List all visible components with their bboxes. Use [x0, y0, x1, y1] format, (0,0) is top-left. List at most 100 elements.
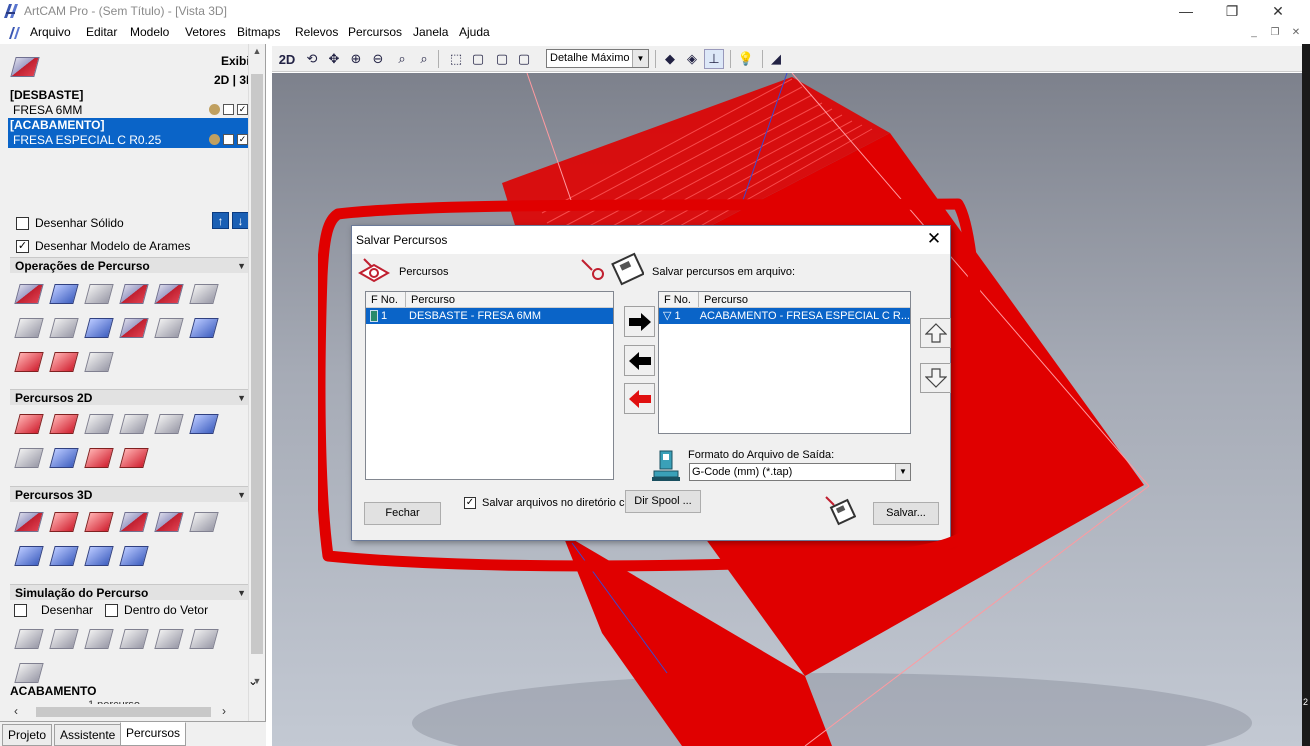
add-toolpath-icon[interactable]	[14, 347, 45, 377]
menu-modelo[interactable]: Modelo	[130, 25, 169, 39]
feature-machining-icon[interactable]	[84, 443, 115, 473]
tool-database-icon[interactable]	[84, 313, 115, 343]
front-view-icon[interactable]: ▢	[468, 49, 488, 69]
menu-relevos[interactable]: Relevos	[295, 25, 338, 39]
rotate-view-icon[interactable]: ⟲	[302, 49, 322, 69]
close-button[interactable]: Fechar	[364, 502, 441, 525]
minimize-button[interactable]: —	[1163, 0, 1209, 22]
close-window-button[interactable]: ✕	[1255, 0, 1301, 22]
offset-icon[interactable]	[49, 541, 80, 571]
restore-button[interactable]: ❐	[1209, 0, 1255, 22]
zoom-out-icon[interactable]: ⊖	[368, 49, 388, 69]
dialog-close-button[interactable]: ✕	[924, 229, 944, 249]
inlay-icon[interactable]	[49, 443, 80, 473]
simulation-relief-icon[interactable]	[189, 624, 220, 654]
toolpath-list-icon[interactable]	[189, 279, 220, 309]
toolpath-group-acabamento[interactable]: [ACABAMENTO]	[8, 118, 248, 133]
bevel-carving-icon[interactable]	[119, 409, 150, 439]
engrave-icon[interactable]	[154, 409, 185, 439]
remove-toolpath-button[interactable]	[624, 345, 655, 376]
move-up-button[interactable]	[920, 318, 951, 348]
col-no-header[interactable]: F No.	[659, 292, 699, 307]
vbit-carving-icon[interactable]	[84, 409, 115, 439]
simulation-block-icon[interactable]	[84, 624, 115, 654]
edit-toolpath-icon[interactable]	[119, 279, 150, 309]
col-no-header[interactable]: F No.	[366, 292, 406, 307]
side-view-icon[interactable]: ▢	[492, 49, 512, 69]
section-operacoes-percurso[interactable]: Operações de Percurso ▼	[10, 257, 248, 273]
move-down-button[interactable]: ↓	[232, 212, 249, 229]
merge-toolpaths-icon[interactable]	[154, 279, 185, 309]
toolpath-checkbox[interactable]: ✓	[237, 104, 248, 115]
profile-icon[interactable]	[14, 409, 45, 439]
zoom-window-icon[interactable]: ⌕	[392, 49, 412, 69]
wireframe-view-icon[interactable]: ◈	[682, 49, 702, 69]
draw-solid-checkbox[interactable]	[16, 216, 29, 230]
machine-relief-icon[interactable]	[14, 507, 45, 537]
toolpath-visible-checkbox[interactable]	[223, 104, 234, 115]
projection-icon[interactable]	[84, 541, 115, 571]
toolpath-simulate-icon[interactable]	[14, 313, 45, 343]
area-clear-icon[interactable]	[49, 409, 80, 439]
col-path-header[interactable]: Percurso	[406, 292, 613, 307]
simulate-toolpath-icon[interactable]	[14, 624, 45, 654]
view-2d-button[interactable]: 2D	[276, 49, 298, 69]
mdi-restore-button[interactable]: ❐	[1266, 26, 1284, 40]
menu-ajuda[interactable]: Ajuda	[459, 25, 490, 39]
tab-projeto[interactable]: Projeto	[2, 724, 53, 746]
remove-all-button[interactable]	[624, 383, 655, 414]
tab-percursos[interactable]: Percursos	[120, 722, 187, 746]
simulate-all-icon[interactable]	[49, 624, 80, 654]
toolpath-tool-fresa-6mm[interactable]: FRESA 6MM ✓	[8, 103, 248, 118]
save-button[interactable]: Salvar...	[873, 502, 939, 525]
draw-solid-option[interactable]: Desenhar Sólido	[16, 216, 124, 230]
mirror-toolpath-icon[interactable]	[154, 313, 185, 343]
output-format-select[interactable]: G-Code (mm) (*.tap) ▼	[689, 463, 911, 481]
menu-arquivo[interactable]: Arquivo	[30, 25, 71, 39]
lighting-icon[interactable]: 💡	[736, 49, 756, 69]
axes-toggle-icon[interactable]: ⊥	[704, 49, 724, 69]
raster-icon[interactable]	[84, 507, 115, 537]
spool-dir-button[interactable]: Dir Spool ...	[625, 490, 701, 513]
nest-toolpath-icon[interactable]	[84, 347, 115, 377]
zig-zag-icon[interactable]	[49, 507, 80, 537]
mdi-minimize-button[interactable]: _	[1245, 26, 1263, 40]
sim-draw-option[interactable]: Desenhar Dentro do Vetor	[14, 603, 208, 617]
toolpath-group-desbaste[interactable]: [DESBASTE]	[8, 88, 248, 103]
transform-toolpath-icon[interactable]	[119, 313, 150, 343]
shaded-view-icon[interactable]: ◆	[660, 49, 680, 69]
section-percursos-3d[interactable]: Percursos 3D ▼	[10, 486, 248, 502]
section-simulacao[interactable]: Simulação do Percurso ▼	[10, 584, 248, 600]
menu-percursos[interactable]: Percursos	[348, 25, 402, 39]
toolpath-checkbox[interactable]: ✓	[237, 134, 248, 145]
pan-view-icon[interactable]: ✥	[324, 49, 344, 69]
toolpath-tool-fresa-especial[interactable]: FRESA ESPECIAL C R0.25 ✓	[8, 133, 248, 148]
move-up-button[interactable]: ↑	[212, 212, 229, 229]
list-item[interactable]: ▽ 1 ACABAMENTO - FRESA ESPECIAL C R...	[659, 308, 910, 324]
rotary-toolpath-icon[interactable]	[189, 313, 220, 343]
detail-level-select[interactable]: Detalhe Máximo ▼	[546, 49, 649, 68]
iso-view-icon[interactable]: ⬚	[446, 49, 466, 69]
save-in-dir-checkbox[interactable]: ✓	[464, 497, 476, 509]
rest-machining-icon[interactable]	[154, 507, 185, 537]
toolpaths-to-save-list[interactable]: F No. Percurso ▽ 1 ACABAMENTO - FRESA ESP…	[658, 291, 911, 434]
move-down-button[interactable]	[920, 363, 951, 393]
available-toolpaths-list[interactable]: F No. Percurso 1 DESBASTE - FRESA 6MM	[365, 291, 614, 480]
list-item[interactable]: 1 DESBASTE - FRESA 6MM	[366, 308, 613, 324]
display-mode-toggle[interactable]: 2D | 3I	[214, 73, 249, 87]
sim-draw-checkbox[interactable]	[14, 603, 27, 617]
save-in-dir-option[interactable]: ✓ Salvar arquivos no diretório c	[464, 497, 624, 509]
add-toolpath-button[interactable]	[624, 306, 655, 337]
render-settings-icon[interactable]: ◢	[766, 49, 786, 69]
drilling-icon[interactable]	[189, 409, 220, 439]
menu-bitmaps[interactable]: Bitmaps	[237, 25, 280, 39]
zoom-in-icon[interactable]: ⊕	[346, 49, 366, 69]
spiral-icon[interactable]	[14, 443, 45, 473]
draw-wireframe-checkbox[interactable]: ✓	[16, 239, 29, 253]
toolpath-info-icon[interactable]	[49, 279, 80, 309]
recalculate-icon[interactable]	[84, 279, 115, 309]
section-percursos-2d[interactable]: Percursos 2D ▼	[10, 389, 248, 405]
collapse-chevron-icon[interactable]: ⌄	[248, 674, 258, 688]
horizontal-scrollbar[interactable]: ‹ ›	[8, 704, 240, 720]
tab-assistente[interactable]: Assistente	[54, 724, 122, 746]
